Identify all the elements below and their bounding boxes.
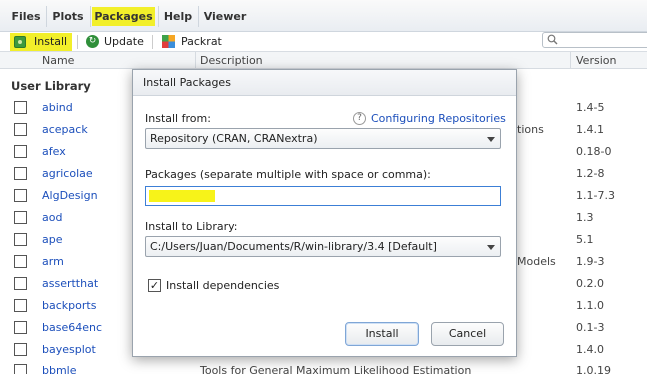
checkbox[interactable] [14,343,27,356]
dialog-title-bar[interactable]: Install Packages [133,70,516,96]
package-name[interactable]: ape [42,233,63,246]
install-from-select[interactable]: Repository (CRAN, CRANextra) [145,128,501,149]
input-highlight [149,190,215,202]
packages-input[interactable] [145,186,501,206]
package-version: 1.4-5 [576,101,605,114]
package-version: 1.2-8 [576,167,605,180]
checkbox[interactable] [14,101,27,114]
tab-divider [198,6,199,27]
packrat-icon [162,35,175,48]
checkbox[interactable] [14,364,27,374]
checkbox[interactable] [14,189,27,202]
cancel-button[interactable]: Cancel [431,322,504,346]
packages-label: Packages (separate multiple with space o… [145,168,431,181]
table-row: bbmle Tools for General Maximum Likelihoo… [0,360,647,374]
package-name[interactable]: arm [42,255,64,268]
tab-plots[interactable]: Plots [50,7,86,26]
checkbox[interactable] [14,299,27,312]
tab-packages[interactable]: Packages [92,7,155,26]
tab-divider [46,6,47,27]
library-select[interactable]: C:/Users/Juan/Documents/R/win-library/3.… [145,236,501,257]
package-version: 0.1-3 [576,321,605,334]
column-divider [195,52,196,69]
package-name[interactable]: acepack [42,123,88,136]
install-dependencies-checkbox[interactable]: ✓ [148,279,161,292]
packrat-button[interactable]: Packrat [181,33,222,51]
column-name[interactable]: Name [42,52,74,69]
install-packages-dialog: Install Packages Install from: ? Configu… [132,69,517,357]
install-dependencies-label[interactable]: Install dependencies [166,279,279,292]
package-name[interactable]: assertthat [42,277,98,290]
configuring-repositories-link[interactable]: Configuring Repositories [371,112,506,125]
library-value: C:/Users/Juan/Documents/R/win-library/3.… [150,240,437,253]
tab-divider [158,6,159,27]
checkbox[interactable] [14,233,27,246]
package-version: 1.1.0 [576,299,604,312]
user-library-heading: User Library [11,79,91,93]
chevron-down-icon [487,137,495,142]
column-divider [570,52,571,69]
package-description: Models [517,255,556,268]
tab-divider [90,6,91,27]
checkbox[interactable] [14,123,27,136]
checkbox[interactable] [14,167,27,180]
checkbox[interactable] [14,211,27,224]
package-version: 5.1 [576,233,594,246]
package-version: 0.2.0 [576,277,604,290]
package-version: 1.4.1 [576,123,604,136]
package-name[interactable]: afex [42,145,66,158]
chevron-down-icon [487,245,495,250]
package-name[interactable]: AlgDesign [42,189,98,202]
package-version: 1.0.19 [576,364,611,374]
package-description: Tools for General Maximum Likelihood Est… [200,364,472,374]
install-from-value: Repository (CRAN, CRANextra) [150,132,318,145]
install-icon [14,36,26,48]
column-version[interactable]: Version [576,52,616,69]
install-to-library-label: Install to Library: [145,220,238,233]
install-from-label: Install from: [145,112,211,125]
package-name[interactable]: agricolae [42,167,93,180]
checkbox[interactable] [14,255,27,268]
search-icon [547,34,558,45]
package-name[interactable]: bayesplot [42,343,96,356]
dialog-title: Install Packages [143,76,231,89]
pane-tabs: Files Plots Packages Help Viewer [0,0,647,32]
package-version: 1.4.0 [576,343,604,356]
package-version: 1.9-3 [576,255,605,268]
package-version: 1.3 [576,211,594,224]
column-description[interactable]: Description [200,52,263,69]
tab-help[interactable]: Help [162,7,194,26]
tab-files[interactable]: Files [10,7,42,26]
install-confirm-button[interactable]: Install [345,322,419,346]
toolbar-divider [77,35,78,49]
table-header: Name Description Version [0,52,647,69]
package-name[interactable]: aod [42,211,62,224]
help-icon[interactable]: ? [353,112,366,125]
update-button[interactable]: Update [104,33,144,51]
package-name[interactable]: backports [42,299,96,312]
package-description: tions [517,123,544,136]
checkbox[interactable] [14,145,27,158]
package-name[interactable]: abind [42,101,73,114]
tab-viewer[interactable]: Viewer [202,7,248,26]
package-name[interactable]: bbmle [42,364,77,374]
checkbox[interactable] [14,321,27,334]
package-version: 1.1-7.3 [576,189,615,202]
package-version: 0.18-0 [576,145,612,158]
checkbox[interactable] [14,277,27,290]
toolbar-divider [152,35,153,49]
package-name[interactable]: base64enc [42,321,102,334]
update-icon: ↻ [86,35,99,48]
